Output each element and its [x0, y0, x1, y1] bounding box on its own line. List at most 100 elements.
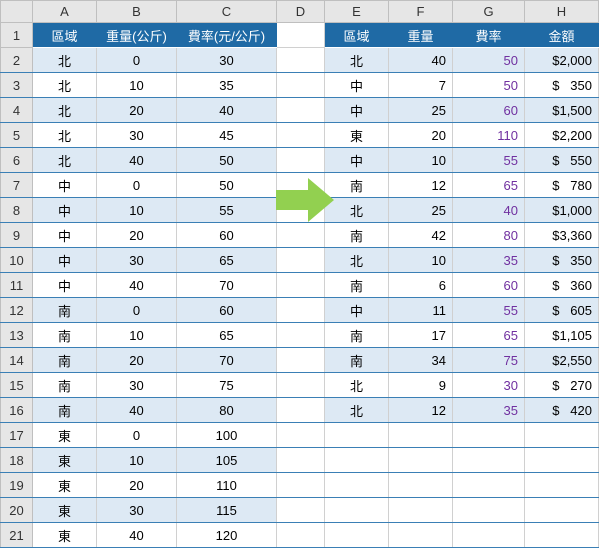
- cell-amount[interactable]: $3,360: [525, 223, 599, 248]
- row-header[interactable]: 18: [1, 448, 33, 473]
- cell-amount[interactable]: $ 350: [525, 73, 599, 98]
- cell-amount[interactable]: $1,500: [525, 98, 599, 123]
- cell[interactable]: [325, 473, 389, 498]
- cell-weight[interactable]: 20: [97, 473, 177, 498]
- cell-weight[interactable]: 10: [97, 198, 177, 223]
- cell-amount[interactable]: $2,000: [525, 48, 599, 73]
- right-header-weight[interactable]: 重量: [389, 23, 453, 48]
- cell-region[interactable]: 東: [33, 523, 97, 548]
- cell-rate2[interactable]: 50: [453, 73, 525, 98]
- right-header-region[interactable]: 區域: [325, 23, 389, 48]
- cell-amount[interactable]: $1,105: [525, 323, 599, 348]
- cell-rate[interactable]: 50: [177, 148, 277, 173]
- cell-amount[interactable]: $2,200: [525, 123, 599, 148]
- cell-rate2[interactable]: 55: [453, 148, 525, 173]
- right-header-amount[interactable]: 金額: [525, 23, 599, 48]
- cell-amount[interactable]: $1,000: [525, 198, 599, 223]
- cell-weight2[interactable]: 10: [389, 248, 453, 273]
- cell-region[interactable]: 南: [33, 398, 97, 423]
- cell-weight[interactable]: 40: [97, 273, 177, 298]
- cell[interactable]: [277, 523, 325, 548]
- cell-weight[interactable]: 10: [97, 448, 177, 473]
- cell-rate[interactable]: 115: [177, 498, 277, 523]
- cell-weight2[interactable]: 12: [389, 173, 453, 198]
- cell-amount[interactable]: $ 550: [525, 148, 599, 173]
- cell[interactable]: [277, 298, 325, 323]
- row-header[interactable]: 15: [1, 373, 33, 398]
- cell-region[interactable]: 中: [33, 273, 97, 298]
- col-header-C[interactable]: C: [177, 1, 277, 23]
- cell-rate2[interactable]: 40: [453, 198, 525, 223]
- cell-region2[interactable]: 中: [325, 73, 389, 98]
- cell-region[interactable]: 中: [33, 223, 97, 248]
- left-header-region[interactable]: 區域: [33, 23, 97, 48]
- cell-weight2[interactable]: 12: [389, 398, 453, 423]
- row-header[interactable]: 4: [1, 98, 33, 123]
- cell[interactable]: [277, 373, 325, 398]
- cell-region2[interactable]: 中: [325, 298, 389, 323]
- select-all-corner[interactable]: [1, 1, 33, 23]
- cell-weight2[interactable]: 9: [389, 373, 453, 398]
- cell-rate[interactable]: 45: [177, 123, 277, 148]
- cell-weight[interactable]: 0: [97, 173, 177, 198]
- cell[interactable]: [325, 523, 389, 548]
- cell-region[interactable]: 東: [33, 423, 97, 448]
- cell-weight[interactable]: 20: [97, 223, 177, 248]
- cell-region2[interactable]: 南: [325, 323, 389, 348]
- cell[interactable]: [277, 123, 325, 148]
- col-header-H[interactable]: H: [525, 1, 599, 23]
- cell-region[interactable]: 北: [33, 123, 97, 148]
- cell-rate2[interactable]: 50: [453, 48, 525, 73]
- cell-weight[interactable]: 0: [97, 298, 177, 323]
- cell-region2[interactable]: 北: [325, 373, 389, 398]
- cell-region2[interactable]: 南: [325, 348, 389, 373]
- cell-rate2[interactable]: 55: [453, 298, 525, 323]
- cell[interactable]: [453, 523, 525, 548]
- row-header[interactable]: 21: [1, 523, 33, 548]
- cell-weight[interactable]: 0: [97, 423, 177, 448]
- cell-rate2[interactable]: 30: [453, 373, 525, 398]
- cell[interactable]: [453, 498, 525, 523]
- cell-rate[interactable]: 65: [177, 323, 277, 348]
- row-header[interactable]: 3: [1, 73, 33, 98]
- cell[interactable]: [277, 248, 325, 273]
- row-header[interactable]: 2: [1, 48, 33, 73]
- cell-region2[interactable]: 中: [325, 148, 389, 173]
- row-header[interactable]: 19: [1, 473, 33, 498]
- row-header[interactable]: 12: [1, 298, 33, 323]
- cell-amount[interactable]: $ 420: [525, 398, 599, 423]
- left-header-weight[interactable]: 重量(公斤): [97, 23, 177, 48]
- cell[interactable]: [277, 73, 325, 98]
- cell[interactable]: [389, 473, 453, 498]
- cell-region2[interactable]: 北: [325, 48, 389, 73]
- cell[interactable]: [389, 523, 453, 548]
- cell-rate[interactable]: 80: [177, 398, 277, 423]
- cell-rate2[interactable]: 65: [453, 173, 525, 198]
- row-header[interactable]: 16: [1, 398, 33, 423]
- cell-region[interactable]: 北: [33, 98, 97, 123]
- cell-weight[interactable]: 20: [97, 98, 177, 123]
- cell[interactable]: [277, 498, 325, 523]
- cell[interactable]: [389, 498, 453, 523]
- cell[interactable]: [277, 448, 325, 473]
- cell-weight2[interactable]: 20: [389, 123, 453, 148]
- cell-weight[interactable]: 30: [97, 373, 177, 398]
- cell-region2[interactable]: 中: [325, 98, 389, 123]
- cell[interactable]: [389, 448, 453, 473]
- row-header[interactable]: 20: [1, 498, 33, 523]
- cell-region[interactable]: 東: [33, 473, 97, 498]
- cell[interactable]: [277, 98, 325, 123]
- col-header-A[interactable]: A: [33, 1, 97, 23]
- cell-region[interactable]: 中: [33, 248, 97, 273]
- cell[interactable]: [453, 473, 525, 498]
- cell-rate2[interactable]: 110: [453, 123, 525, 148]
- row-header[interactable]: 7: [1, 173, 33, 198]
- cell-region[interactable]: 中: [33, 198, 97, 223]
- right-header-rate[interactable]: 費率: [453, 23, 525, 48]
- cell[interactable]: [325, 498, 389, 523]
- cell[interactable]: [277, 23, 325, 48]
- cell[interactable]: [525, 448, 599, 473]
- cell[interactable]: [277, 173, 325, 198]
- cell-region2[interactable]: 北: [325, 398, 389, 423]
- row-header[interactable]: 1: [1, 23, 33, 48]
